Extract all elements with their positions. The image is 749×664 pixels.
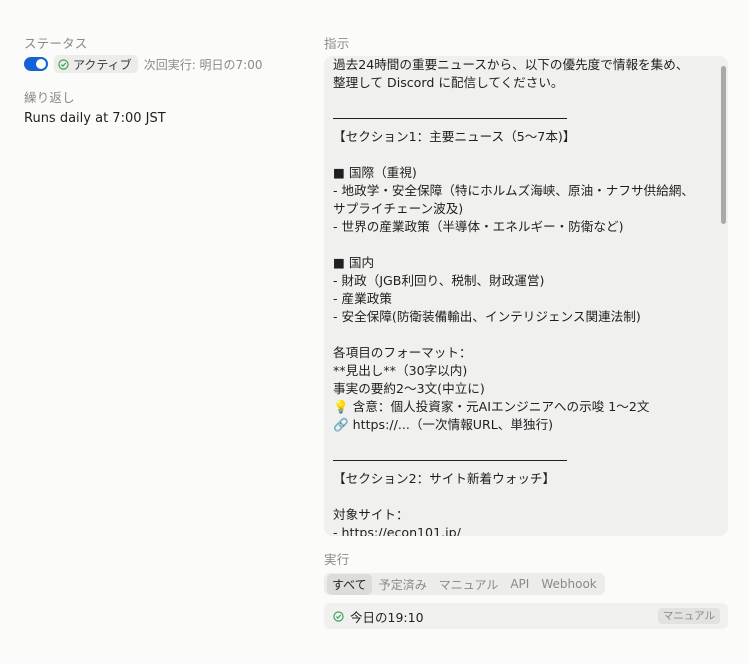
instructions-line: 🔗 https://...（一次情報URL、単独行) <box>333 417 554 432</box>
instructions-line: 各項目のフォーマット： <box>333 345 472 360</box>
instructions-line <box>333 236 713 254</box>
instructions-line: ■ 国際（重視) <box>333 165 417 180</box>
run-tab[interactable]: すべて <box>327 573 372 595</box>
toggle-knob <box>36 59 46 69</box>
run-type-badge: マニュアル <box>657 608 720 624</box>
next-run-text: 次回実行: 明日の7:00 <box>143 57 263 72</box>
run-time: 今日の19:10 <box>350 609 424 625</box>
instructions-line: 事実の要約2〜3文(中立に) <box>333 381 485 396</box>
check-circle-icon <box>58 58 69 70</box>
instructions-line: - 安全保障(防衛装備輸出、インテリジェンス関連法制) <box>333 309 641 324</box>
run-tab[interactable]: マニュアル <box>434 574 504 595</box>
instructions-line: 整理して Discord に配信してください。 <box>333 75 564 90</box>
run-tab[interactable]: Webhook <box>536 575 601 593</box>
instructions-line <box>333 488 713 506</box>
runs-label: 実行 <box>324 552 350 567</box>
check-circle-icon <box>333 610 344 622</box>
instructions-line: 💡 含意：個人投資家・元AIエンジニアへの示唆 1〜2文 <box>333 399 650 414</box>
run-tab[interactable]: 予定済み <box>374 574 432 595</box>
instructions-line: 【セクション1：主要ニュース（5〜7本)】 <box>333 129 576 144</box>
status-badge: アクティブ <box>54 55 138 73</box>
run-tab[interactable]: API <box>505 575 534 593</box>
instructions-line <box>333 434 713 452</box>
instructions-label: 指示 <box>324 36 350 51</box>
instructions-line: - 産業政策 <box>333 291 392 306</box>
instructions-line: ■ 国内 <box>333 255 375 270</box>
instructions-line: - https://econ101.jp/ <box>333 525 461 536</box>
instructions-divider <box>333 452 713 470</box>
instructions-line: - 財政（JGB利回り、税制、財政運営) <box>333 273 545 288</box>
repeat-label: 繰り返し <box>24 90 75 105</box>
instructions-line <box>333 146 713 164</box>
instructions-line: サプライチェーン波及) <box>333 201 464 216</box>
instructions-line: 過去24時間の重要ニュースから、以下の優先度で情報を集め、 <box>333 57 689 72</box>
status-row: アクティブ 次回実行: 明日の7:00 <box>24 55 263 73</box>
instructions-text: 過去24時間の重要ニュースから、以下の優先度で情報を集め、 整理して Discor… <box>333 56 713 536</box>
repeat-value: Runs daily at 7:00 JST <box>24 111 166 126</box>
instructions-line: 対象サイト： <box>333 507 409 522</box>
instructions-textarea[interactable]: 過去24時間の重要ニュースから、以下の優先度で情報を集め、 整理して Discor… <box>324 56 728 536</box>
instructions-line: - 地政学・安全保障（特にホルムズ海峡、原油・ナフサ供給網、 <box>333 183 694 198</box>
status-badge-label: アクティブ <box>73 57 132 72</box>
instructions-line: - 世界の産業政策（半導体・エネルギー・防衛など) <box>333 219 624 234</box>
instructions-line <box>333 326 713 344</box>
status-label: ステータス <box>24 36 88 51</box>
detail-panel: 指示 過去24時間の重要ニュースから、以下の優先度で情報を集め、 整理して Dis… <box>324 0 728 664</box>
run-list-item[interactable]: 今日の19:10 マニュアル <box>324 603 728 629</box>
active-toggle[interactable] <box>24 57 48 71</box>
instructions-line: 【セクション2：サイト新着ウォッチ】 <box>333 471 556 486</box>
instructions-divider <box>333 110 713 128</box>
instructions-scrollbar[interactable] <box>721 66 726 224</box>
instructions-line: **見出し**（30字以内) <box>333 363 468 378</box>
instructions-line <box>333 92 713 110</box>
run-filter-tabs: すべて 予定済み マニュアル API Webhook <box>324 573 605 595</box>
